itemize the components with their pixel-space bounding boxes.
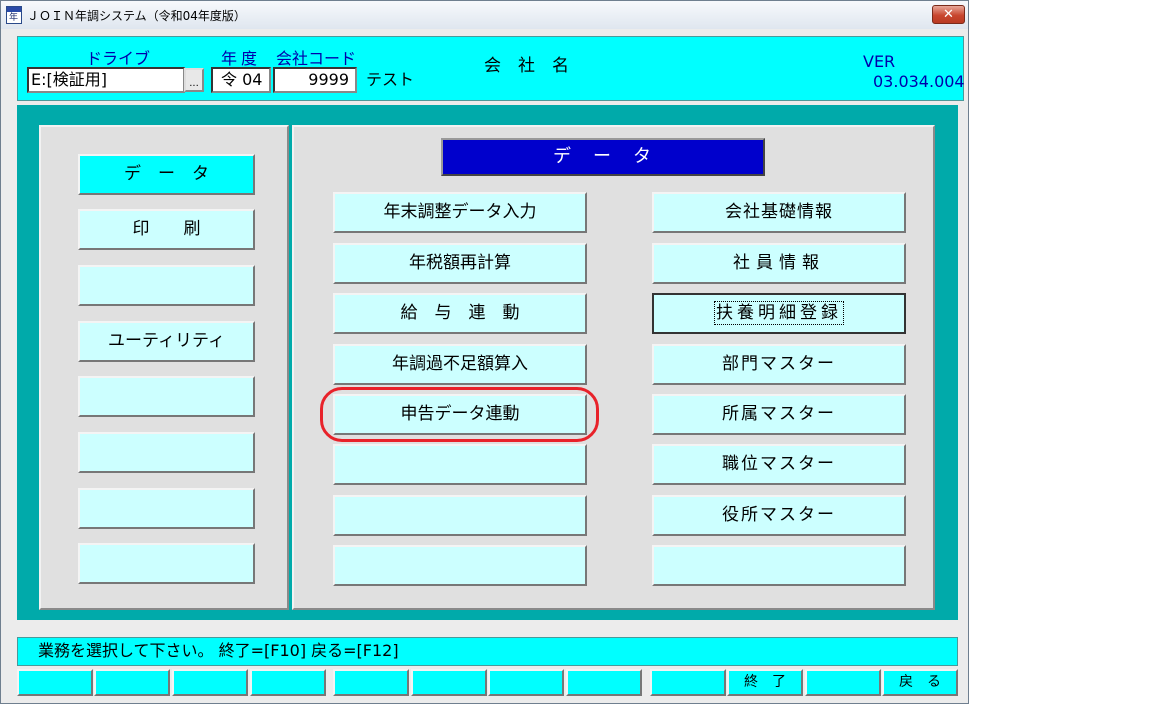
menu-blank-button[interactable] xyxy=(78,543,255,584)
position-master-button[interactable]: 職位マスター xyxy=(652,444,906,485)
government-office-master-button[interactable]: 役所マスター xyxy=(652,495,906,536)
function-key-f7[interactable] xyxy=(488,669,564,696)
function-key-f10[interactable]: 終 了 xyxy=(727,669,803,696)
function-key-f1[interactable] xyxy=(17,669,93,696)
function-key-f12[interactable]: 戻 る xyxy=(882,669,958,696)
window-title: ＪＯＩＮ年調システム（令和04年度版） xyxy=(27,9,246,23)
employee-info-button[interactable]: 社員情報 xyxy=(652,243,906,284)
department-master-button[interactable]: 部門マスター xyxy=(652,344,906,385)
status-bar: 業務を選択して下さい。 終了=[F10] 戻る=[F12] xyxy=(17,637,958,666)
app-icon: 年 xyxy=(6,6,22,24)
dependent-detail-button[interactable]: 扶養明細登録 xyxy=(652,293,906,334)
annual-tax-recalc-button[interactable]: 年税額再計算 xyxy=(333,243,587,284)
company-code-field[interactable]: 9999 xyxy=(273,67,357,93)
section-title: デ ー タ xyxy=(441,138,765,176)
version-value: 03.034.004 xyxy=(873,72,965,91)
header-panel: ドライブ 年度 会社コード 会 社 名 E:[検証用] ... 令 04 999… xyxy=(17,36,965,101)
drive-field[interactable]: E:[検証用] xyxy=(27,67,185,93)
function-key-f3[interactable] xyxy=(172,669,248,696)
highlight-ring xyxy=(320,387,599,442)
function-key-bar: 終 了 戻 る xyxy=(17,669,958,696)
title-bar: 年 ＪＯＩＮ年調システム（令和04年度版） ✕ xyxy=(1,1,968,29)
dependent-detail-label: 扶養明細登録 xyxy=(714,301,844,325)
function-key-f5[interactable] xyxy=(333,669,409,696)
affiliation-master-button[interactable]: 所属マスター xyxy=(652,394,906,435)
function-key-f6[interactable] xyxy=(411,669,487,696)
data-blank-button[interactable] xyxy=(333,495,587,536)
function-key-f9[interactable] xyxy=(650,669,726,696)
function-key-f11[interactable] xyxy=(805,669,881,696)
browse-button[interactable]: ... xyxy=(184,68,204,92)
close-button[interactable]: ✕ xyxy=(932,5,965,24)
function-key-f8[interactable] xyxy=(566,669,642,696)
company-name-label: 会 社 名 xyxy=(484,56,569,76)
version-label: VER xyxy=(863,52,896,71)
company-name-value: テスト xyxy=(366,70,415,89)
menu-blank-button[interactable] xyxy=(78,265,255,306)
company-code-label: 会社コード xyxy=(276,49,357,68)
app-window: 年 ＪＯＩＮ年調システム（令和04年度版） ✕ ドライブ 年度 会社コード 会 … xyxy=(0,0,969,704)
year-end-data-entry-button[interactable]: 年末調整データ入力 xyxy=(333,192,587,233)
menu-blank-button[interactable] xyxy=(78,432,255,473)
adjustment-shortfall-button[interactable]: 年調過不足額算入 xyxy=(333,344,587,385)
menu-utility-button[interactable]: ユーティリティ xyxy=(78,321,255,362)
function-key-f4[interactable] xyxy=(250,669,326,696)
drive-label: ドライブ xyxy=(86,49,151,68)
data-blank-button[interactable] xyxy=(333,545,587,586)
year-field[interactable]: 令 04 xyxy=(211,67,271,93)
menu-blank-button[interactable] xyxy=(78,376,255,417)
company-basic-info-button[interactable]: 会社基礎情報 xyxy=(652,192,906,233)
data-blank-button[interactable] xyxy=(333,444,587,485)
data-blank-button[interactable] xyxy=(652,545,906,586)
menu-blank-button[interactable] xyxy=(78,488,255,529)
category-panel: デ ー タ 印 刷 ユーティリティ xyxy=(39,125,289,610)
menu-print-button[interactable]: 印 刷 xyxy=(78,209,255,250)
year-label: 年度 xyxy=(221,49,262,68)
payroll-link-button[interactable]: 給 与 連 動 xyxy=(333,293,587,334)
function-key-f2[interactable] xyxy=(94,669,170,696)
menu-data-button[interactable]: デ ー タ xyxy=(78,154,255,195)
